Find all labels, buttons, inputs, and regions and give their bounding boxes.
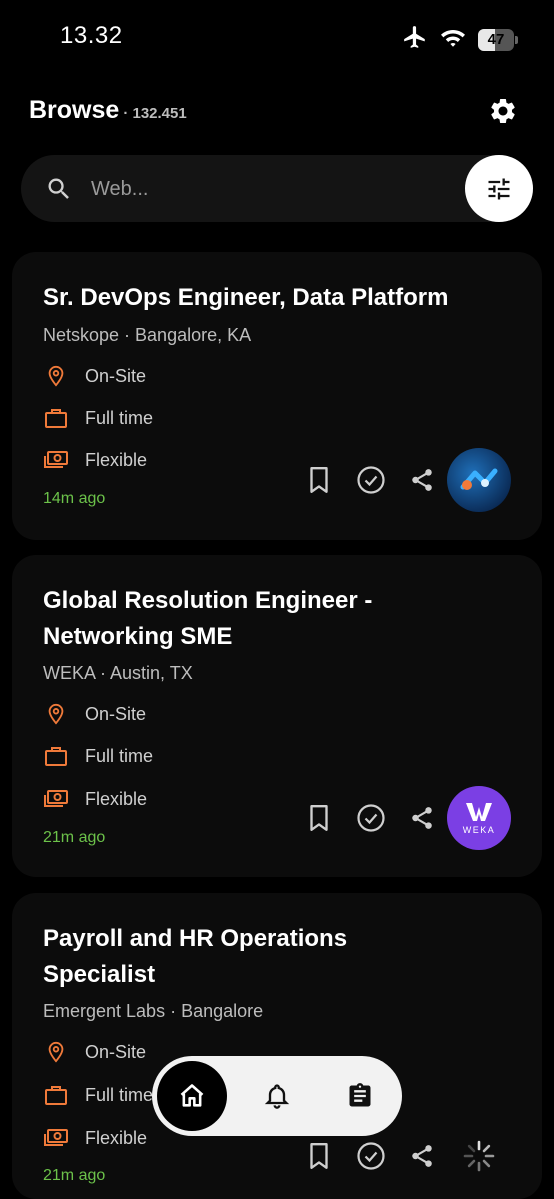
job-title[interactable]: Global Resolution Engineer - Networking … — [43, 583, 443, 655]
employment-type: Full time — [43, 403, 153, 433]
netskope-logo — [447, 448, 511, 512]
weka-logo-text: WEKA — [462, 825, 496, 835]
share-icon — [412, 469, 432, 491]
employment-type-label: Full time — [85, 407, 154, 428]
posted-time: 21m ago — [43, 1167, 106, 1184]
employment-type: Full time — [43, 1080, 153, 1110]
work-mode: On-Site — [43, 1037, 146, 1067]
nav-applications[interactable] — [325, 1061, 395, 1131]
filter-button[interactable] — [465, 155, 533, 222]
settings-button[interactable] — [488, 96, 518, 126]
search-input[interactable] — [91, 169, 451, 209]
job-card[interactable]: Global Resolution Engineer - Networking … — [12, 555, 542, 877]
employment-type-label: Full time — [85, 745, 154, 766]
nav-home[interactable] — [157, 1061, 227, 1131]
bottom-nav — [152, 1056, 402, 1136]
home-icon — [180, 1084, 204, 1107]
wifi-icon — [440, 26, 466, 53]
weka-logo: WEKA — [447, 786, 511, 850]
gear-icon — [491, 99, 515, 123]
work-mode: On-Site — [43, 699, 146, 729]
status-icons: 47 — [402, 24, 518, 55]
applied-button[interactable] — [354, 463, 388, 497]
share-icon — [412, 807, 432, 829]
share-icon — [412, 1145, 432, 1167]
work-mode-label: On-Site — [85, 1041, 147, 1062]
work-mode: On-Site — [43, 361, 146, 391]
salary-label: Flexible — [85, 1127, 148, 1148]
job-card[interactable]: Sr. DevOps Engineer, Data Platform Netsk… — [12, 252, 542, 540]
location-pin-icon — [43, 701, 69, 727]
sliders-icon — [488, 178, 510, 199]
salary: Flexible — [43, 445, 147, 475]
share-button[interactable] — [405, 801, 439, 835]
result-count: · 132.451 — [123, 105, 187, 122]
applied-button[interactable] — [354, 1139, 388, 1173]
bookmark-button[interactable] — [302, 801, 336, 835]
page-title: Browse — [29, 96, 120, 124]
applied-button[interactable] — [354, 801, 388, 835]
check-circle-icon — [357, 804, 385, 832]
check-circle-icon — [357, 1142, 385, 1170]
location-pin-icon — [43, 1039, 69, 1065]
check-circle-icon — [357, 466, 385, 494]
battery-icon: 47 — [478, 28, 518, 51]
money-icon — [43, 786, 69, 812]
page-header: Browse · 132.451 — [29, 96, 519, 128]
share-button[interactable] — [405, 463, 439, 497]
work-mode-label: On-Site — [85, 365, 147, 386]
money-icon — [43, 447, 69, 473]
job-company: Netskope · Bangalore, KA — [43, 325, 252, 345]
bookmark-button[interactable] — [302, 463, 336, 497]
briefcase-icon — [43, 743, 69, 769]
search-icon — [48, 178, 69, 199]
nav-notifications[interactable] — [242, 1061, 312, 1131]
salary: Flexible — [43, 784, 147, 814]
status-time: 13.32 — [60, 22, 123, 49]
briefcase-icon — [43, 1082, 69, 1108]
status-bar: 13.32 47 — [0, 0, 554, 74]
job-company: WEKA · Austin, TX — [43, 663, 193, 683]
employment-type-label: Full time — [85, 1084, 154, 1105]
location-pin-icon — [43, 363, 69, 389]
job-title[interactable]: Payroll and HR Operations Specialist — [43, 921, 373, 993]
clipboard-icon — [349, 1083, 371, 1107]
bookmark-icon — [310, 1143, 328, 1169]
salary: Flexible — [43, 1123, 147, 1153]
share-button[interactable] — [405, 1139, 439, 1173]
job-title[interactable]: Sr. DevOps Engineer, Data Platform — [43, 280, 513, 316]
posted-time: 21m ago — [43, 829, 106, 846]
work-mode-label: On-Site — [85, 703, 147, 724]
loading-spinner-icon — [447, 1124, 511, 1188]
salary-label: Flexible — [85, 788, 148, 809]
briefcase-icon — [43, 405, 69, 431]
search-bar — [21, 155, 533, 222]
job-card[interactable]: Payroll and HR Operations Specialist Eme… — [12, 893, 542, 1199]
job-company: Emergent Labs · Bangalore — [43, 1001, 264, 1021]
bookmark-icon — [310, 467, 328, 493]
bell-icon — [264, 1084, 290, 1109]
battery-level: 47 — [487, 30, 505, 48]
employment-type: Full time — [43, 741, 153, 771]
bookmark-icon — [310, 805, 328, 831]
airplane-icon — [402, 24, 428, 55]
money-icon — [43, 1125, 69, 1151]
salary-label: Flexible — [85, 449, 148, 470]
bookmark-button[interactable] — [302, 1139, 336, 1173]
posted-time: 14m ago — [43, 490, 106, 507]
